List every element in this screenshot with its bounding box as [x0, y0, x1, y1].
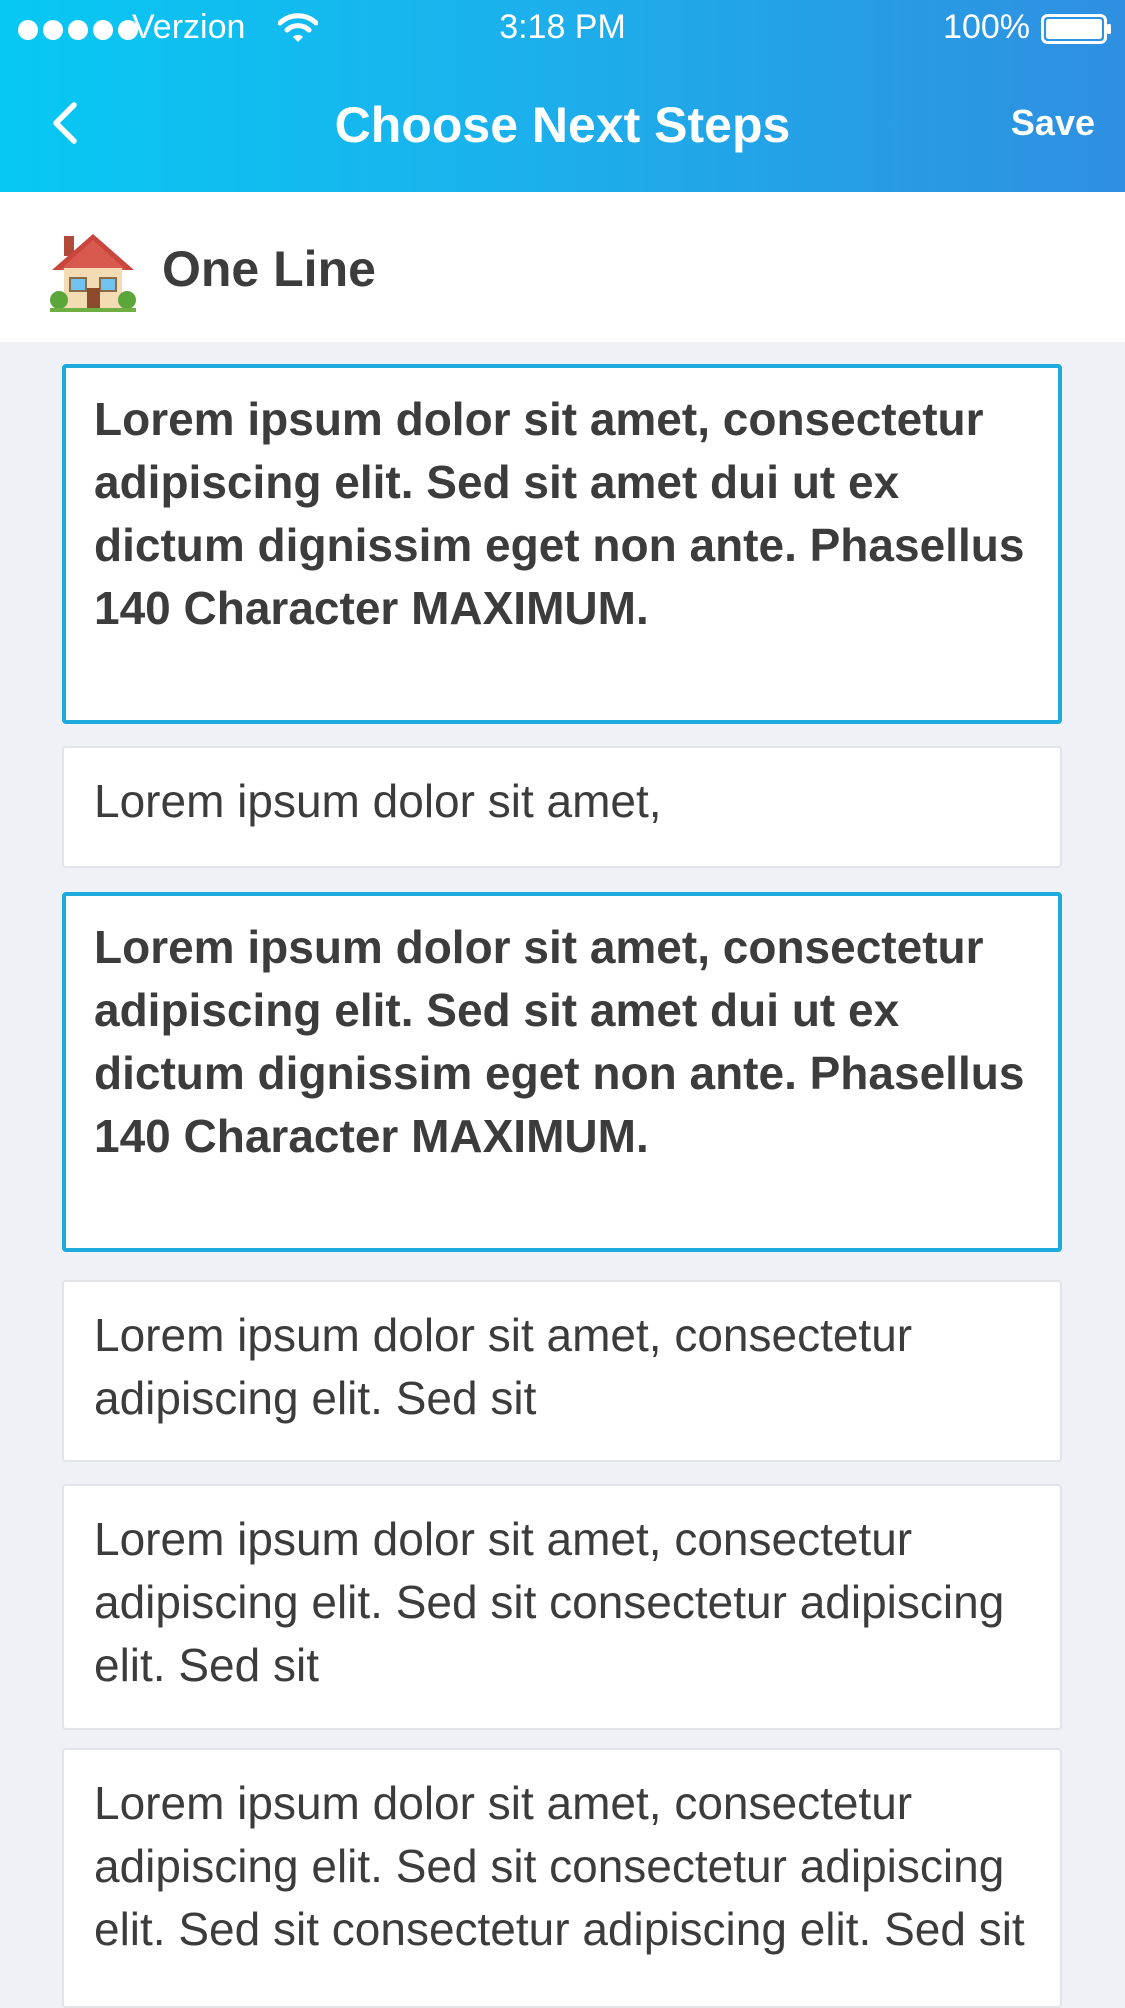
- section-header: One Line: [0, 192, 1125, 342]
- next-step-option[interactable]: Lorem ipsum dolor sit amet, consectetur …: [62, 1484, 1062, 1730]
- battery-icon: [1041, 14, 1111, 44]
- app-header: Verzion 3:18 PM 100% Choose Next Steps S…: [0, 0, 1125, 192]
- house-icon: [50, 234, 136, 312]
- battery-percentage: 100%: [943, 8, 1030, 46]
- next-step-option[interactable]: Lorem ipsum dolor sit amet, consectetur …: [62, 1748, 1062, 2008]
- next-step-option[interactable]: Lorem ipsum dolor sit amet, consectetur …: [62, 364, 1062, 724]
- next-step-option[interactable]: Lorem ipsum dolor sit amet, consectetur …: [62, 1280, 1062, 1462]
- status-bar: Verzion 3:18 PM 100%: [0, 0, 1125, 58]
- next-step-option-text: Lorem ipsum dolor sit amet, consectetur …: [94, 1309, 913, 1424]
- next-step-option-text: Lorem ipsum dolor sit amet, consectetur …: [94, 393, 1025, 634]
- page-title: Choose Next Steps: [334, 97, 791, 153]
- next-step-option-text: Lorem ipsum dolor sit amet, consectetur …: [94, 1777, 1025, 1955]
- navigation-bar: Choose Next Steps Save: [0, 58, 1125, 192]
- save-button[interactable]: Save: [1011, 102, 1095, 144]
- next-step-option-text: Lorem ipsum dolor sit amet,: [94, 775, 662, 827]
- next-step-option[interactable]: Lorem ipsum dolor sit amet, consectetur …: [62, 892, 1062, 1252]
- next-step-option-text: Lorem ipsum dolor sit amet, consectetur …: [94, 921, 1025, 1162]
- section-title: One Line: [162, 241, 376, 297]
- next-step-option-text: Lorem ipsum dolor sit amet, consectetur …: [94, 1513, 1005, 1691]
- next-step-option[interactable]: Lorem ipsum dolor sit amet,: [62, 746, 1062, 868]
